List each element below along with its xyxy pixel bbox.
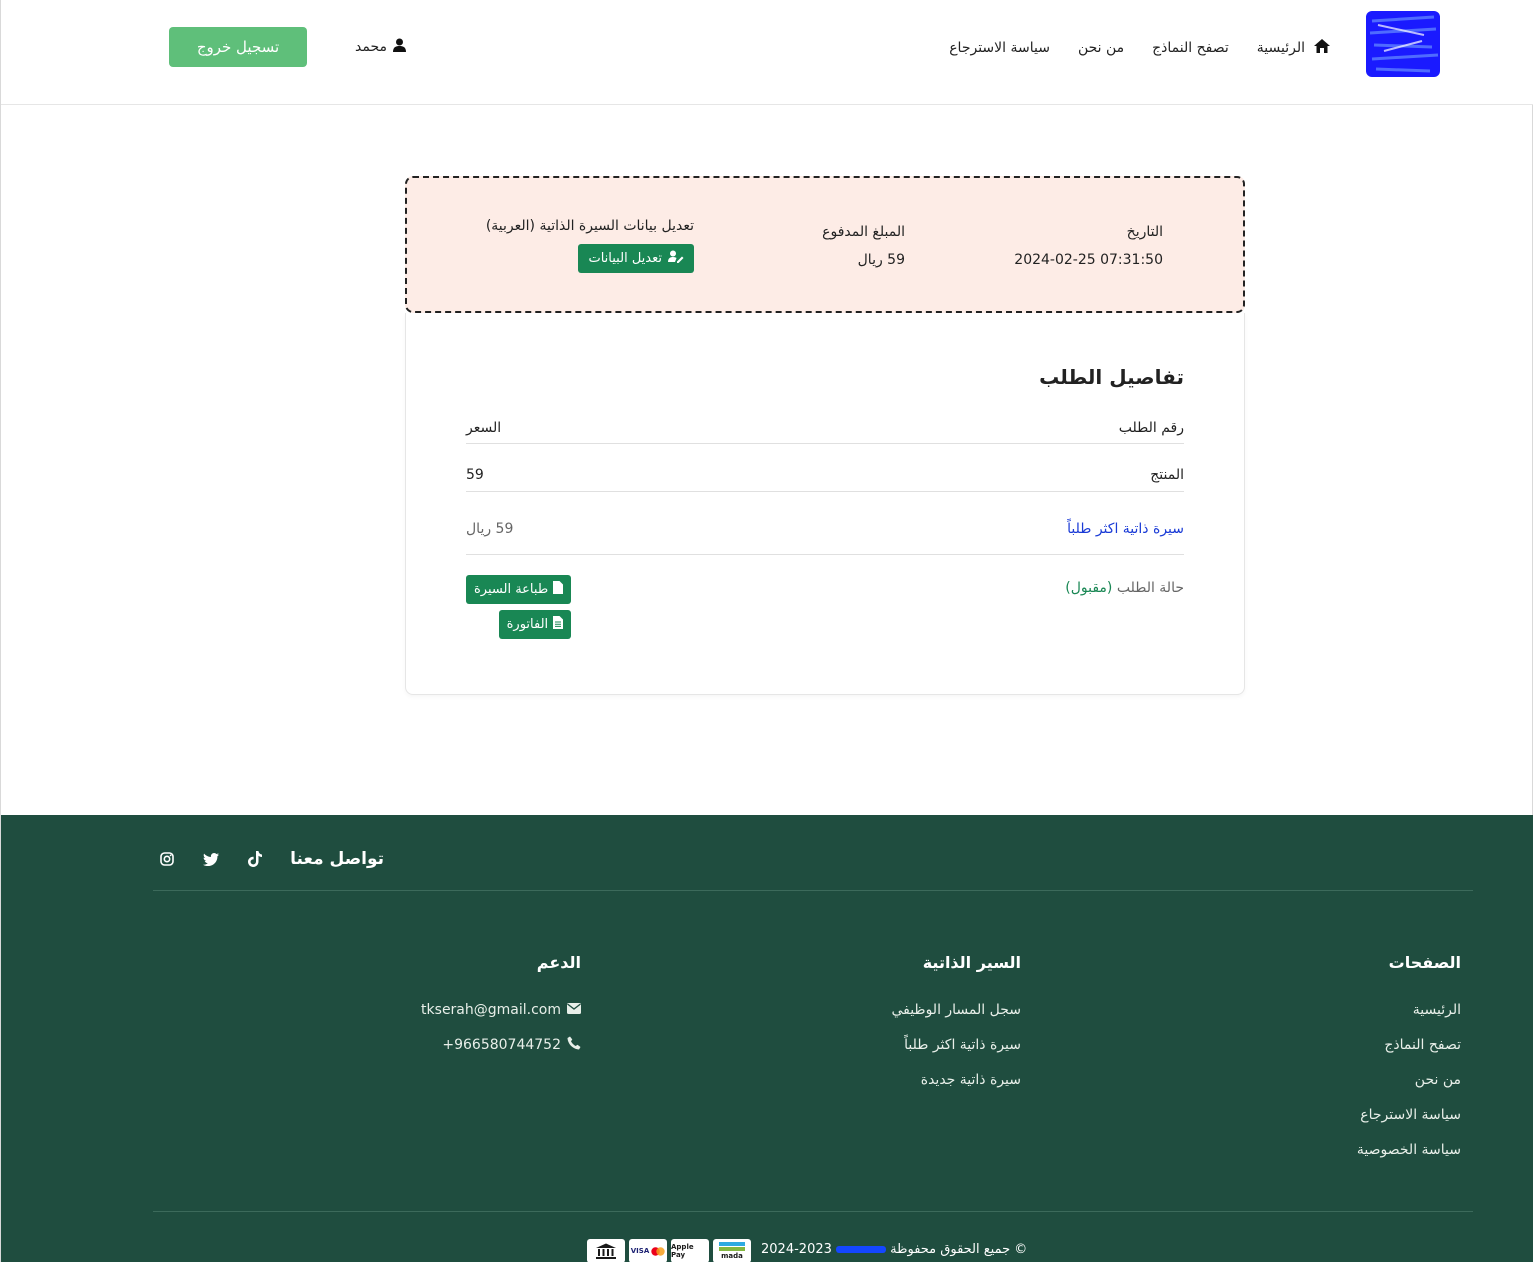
user-edit-icon [668, 250, 684, 267]
footer-link-privacy[interactable]: سياسة الخصوصية [1357, 1140, 1461, 1159]
footer-link-new-cv[interactable]: سيرة ذاتية جديدة [891, 1070, 1021, 1089]
edit-block: تعديل بيانات السيرة الذاتية (العربية) تع… [486, 218, 694, 273]
product-price: 59 ريال [466, 520, 514, 537]
nav-refund-policy[interactable]: سياسة الاسترجاع [949, 40, 1050, 56]
apple-pay-label: Apple Pay [671, 1243, 694, 1259]
user-name: محمد [355, 39, 387, 55]
date-block: التاريخ 2024-02-25 07:31:50 [1014, 224, 1163, 268]
nav-browse-templates[interactable]: تصفح النماذج [1152, 40, 1229, 56]
edit-data-button[interactable]: تعديل البيانات [578, 244, 694, 273]
site-logo[interactable] [1364, 7, 1444, 81]
status-row: حالة الطلب (مقبول) طباعة السيرة الفاتورة [466, 575, 1184, 645]
copyright-prefix: © جميع الحقوق محفوظة [890, 1242, 1028, 1257]
user-icon [392, 38, 406, 56]
table-header-row: رقم الطلب السعر [466, 413, 1184, 444]
footer-link-popular-cv[interactable]: سيرة ذاتية اكثر طلباً [891, 1035, 1021, 1054]
amount-block: المبلغ المدفوع 59 ريال [822, 224, 905, 268]
footer-link-browse[interactable]: تصفح النماذج [1357, 1035, 1461, 1054]
nav-home-label: الرئيسية [1256, 40, 1305, 56]
mada-icon: mada [713, 1239, 751, 1262]
edit-data-label: تعديل البيانات [588, 251, 662, 266]
order-details-title: تفاصيل الطلب [1039, 365, 1184, 389]
product-link[interactable]: سيرة ذاتية اكثر طلباً [1067, 521, 1184, 537]
footer-divider [153, 890, 1473, 891]
invoice-button[interactable]: الفاتورة [498, 610, 572, 639]
footer-link-home[interactable]: الرئيسية [1357, 1000, 1461, 1019]
file-icon [553, 581, 564, 598]
footer-support-title: الدعم [536, 953, 581, 972]
table-row: المنتج 59 [466, 458, 1184, 492]
order-status: حالة الطلب (مقبول) [1065, 575, 1184, 596]
edit-title: تعديل بيانات السيرة الذاتية (العربية) [485, 218, 694, 234]
order-number-header: رقم الطلب [1118, 420, 1184, 436]
visa-mastercard-icon: VISA [629, 1239, 667, 1262]
footer-support-column: الدعم tkserah@gmail.com 966580744752+ [421, 953, 581, 1070]
payment-methods: VISA Apple Pay mada [587, 1239, 751, 1262]
instagram-icon[interactable] [158, 850, 176, 868]
footer-link-career-record[interactable]: سجل المسار الوظيفي [891, 1000, 1021, 1019]
footer-email-text: tkserah@gmail.com [421, 1001, 561, 1018]
status-label: حالة الطلب [1116, 580, 1184, 596]
footer-phone[interactable]: 966580744752+ [421, 1035, 581, 1054]
bank-icon [587, 1239, 625, 1262]
footer-cvs-title: السير الذاتية [922, 953, 1021, 972]
status-badge: (مقبول) [1065, 580, 1113, 596]
action-buttons: طباعة السيرة الفاتورة [466, 575, 572, 639]
visa-label: VISA [630, 1247, 650, 1255]
price-header: السعر [466, 420, 502, 436]
order-value: 59 [466, 466, 484, 483]
envelope-icon [567, 1002, 581, 1018]
mada-label: mada [721, 1252, 743, 1260]
tiktok-icon[interactable] [246, 850, 264, 868]
redacted-brand [836, 1246, 887, 1253]
file-text-icon [553, 616, 564, 633]
contact-row: تواصل معنا [158, 849, 384, 869]
product-header: المنتج [1150, 466, 1184, 483]
footer-cvs-column: السير الذاتية سجل المسار الوظيفي سيرة ذا… [891, 953, 1021, 1105]
twitter-icon[interactable] [202, 850, 220, 868]
date-label: التاريخ [1126, 224, 1163, 240]
amount-label: المبلغ المدفوع [822, 224, 905, 240]
contact-title: تواصل معنا [290, 849, 384, 869]
footer-bottom-divider [153, 1211, 1473, 1212]
order-summary-card: التاريخ 2024-02-25 07:31:50 المبلغ المدف… [405, 176, 1245, 313]
footer-link-refund[interactable]: سياسة الاسترجاع [1357, 1105, 1461, 1124]
footer-pages-column: الصفحات الرئيسية تصفح النماذج من نحن سيا… [1357, 953, 1461, 1175]
footer-pages-title: الصفحات [1388, 953, 1461, 972]
nav-about[interactable]: من نحن [1078, 40, 1124, 56]
nav-home[interactable]: الرئيسية [1257, 38, 1331, 58]
home-icon [1313, 38, 1331, 58]
main-nav: الرئيسية تصفح النماذج من نحن سياسة الاست… [949, 38, 1331, 58]
print-cv-label: طباعة السيرة [474, 582, 549, 597]
apple-pay-icon: Apple Pay [671, 1239, 709, 1262]
footer-link-about[interactable]: من نحن [1357, 1070, 1461, 1089]
phone-icon [567, 1036, 581, 1054]
site-footer: تواصل معنا الصفحات الرئيسية تصفح النماذج… [1, 815, 1533, 1262]
invoice-label: الفاتورة [506, 617, 549, 632]
print-cv-button[interactable]: طباعة السيرة [466, 575, 572, 604]
table-row: سيرة ذاتية اكثر طلباً 59 ريال [466, 503, 1184, 555]
date-value: 2024-02-25 07:31:50 [1014, 252, 1163, 268]
user-menu[interactable]: محمد [355, 38, 406, 56]
logout-button[interactable]: تسجيل خروج [169, 27, 307, 67]
site-header: الرئيسية تصفح النماذج من نحن سياسة الاست… [1, 0, 1533, 105]
amount-value: 59 ريال [857, 252, 905, 268]
footer-phone-text: 966580744752+ [442, 1036, 561, 1053]
footer-email[interactable]: tkserah@gmail.com [421, 1000, 581, 1019]
copyright-years: 2023-2024 [761, 1242, 832, 1257]
copyright-text: © جميع الحقوق محفوظة 2023-2024 [761, 1242, 1027, 1257]
order-details-card: تفاصيل الطلب رقم الطلب السعر المنتج 59 س… [405, 313, 1245, 695]
